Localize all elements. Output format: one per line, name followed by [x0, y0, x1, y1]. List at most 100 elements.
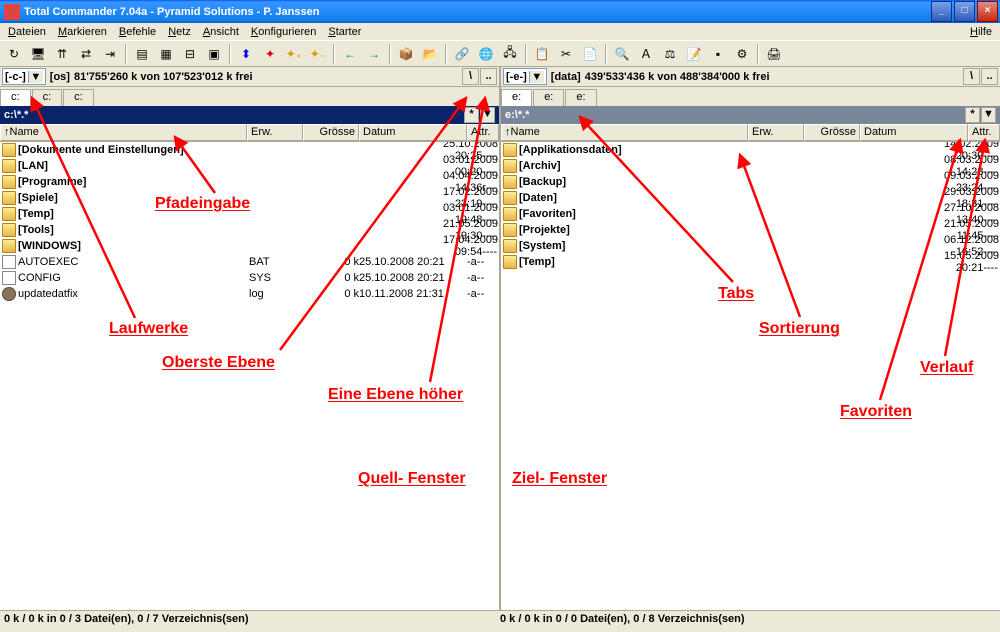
menu-dateien[interactable]: Dateien — [2, 24, 52, 40]
invert-icon[interactable]: ✦ — [259, 43, 281, 65]
table-row[interactable]: [Backup]09.03.2009 23:24---- — [501, 174, 1000, 190]
minimize-button[interactable]: _ — [931, 1, 952, 22]
table-row[interactable]: [WINDOWS]17.04.2009 09:54---- — [0, 238, 499, 254]
history-button-right[interactable]: ▼ — [981, 107, 996, 123]
menu-markieren[interactable]: Markieren — [52, 24, 113, 40]
drive-selector-left[interactable]: [-c-]▼ — [2, 68, 46, 85]
back-icon[interactable]: ← — [339, 43, 361, 65]
copy-icon[interactable]: 📋 — [531, 43, 553, 65]
chevron-down-icon[interactable]: ▼ — [529, 71, 544, 83]
menu-befehle[interactable]: Befehle — [113, 24, 162, 40]
ftp-connect-icon[interactable]: 🔗 — [451, 43, 473, 65]
col-ext[interactable]: Erw. — [247, 124, 303, 141]
root-button-right[interactable]: \ — [963, 68, 980, 85]
table-row[interactable]: [Spiele]17.02.2009 23:19---- — [0, 190, 499, 206]
table-row[interactable]: [Daten]29.03.2009 18:31---- — [501, 190, 1000, 206]
view-tree-icon[interactable]: ⊟ — [179, 43, 201, 65]
menu-ansicht[interactable]: Ansicht — [197, 24, 245, 40]
view-thumb-icon[interactable]: ▣ — [203, 43, 225, 65]
dos-icon[interactable]: ▪ — [707, 43, 729, 65]
table-row[interactable]: updatedatfixlog0 k10.11.2008 21:31-a-- — [0, 286, 499, 302]
log-icon — [2, 287, 16, 301]
menu-hilfe[interactable]: Hilfe — [964, 24, 998, 40]
history-button-left[interactable]: ▼ — [480, 107, 495, 123]
col-attr[interactable]: Attr. — [467, 124, 499, 141]
folder-icon — [2, 191, 16, 205]
col-name[interactable]: ↑Name — [0, 124, 247, 141]
menu-konfigurieren[interactable]: Konfigurieren — [245, 24, 322, 40]
tab-right-2[interactable]: e: — [565, 89, 596, 106]
menu-starter[interactable]: Starter — [322, 24, 367, 40]
maximize-button[interactable]: □ — [954, 1, 975, 22]
table-row[interactable]: [Favoriten]27.10.2008 13:40---- — [501, 206, 1000, 222]
folder-icon — [503, 143, 517, 157]
file-list-right[interactable]: [Applikationsdaten]14.02.2009 20:39----[… — [501, 142, 1000, 610]
table-row[interactable]: [Dokumente und Einstellungen]25.10.2008 … — [0, 142, 499, 158]
file-icon — [2, 255, 16, 269]
drive-selector-right[interactable]: [-e-]▼ — [503, 68, 547, 85]
table-row[interactable]: [System]06.12.2008 16:52---- — [501, 238, 1000, 254]
unpack-icon[interactable]: 📂 — [419, 43, 441, 65]
col-date[interactable]: Datum — [359, 124, 467, 141]
cut-icon[interactable]: ✂ — [555, 43, 577, 65]
sync-icon[interactable]: ⚖ — [659, 43, 681, 65]
root-button-left[interactable]: \ — [462, 68, 479, 85]
folder-icon — [2, 175, 16, 189]
file-list-left[interactable]: [Dokumente und Einstellungen]25.10.2008 … — [0, 142, 499, 610]
ftp-new-icon[interactable]: 🌐 — [475, 43, 497, 65]
menu-netz[interactable]: Netz — [162, 24, 197, 40]
pack-icon[interactable]: 📦 — [395, 43, 417, 65]
up-tree-icon[interactable]: ⇈ — [51, 43, 73, 65]
up-button-right[interactable]: .. — [981, 68, 998, 85]
table-row[interactable]: CONFIGSYS0 k25.10.2008 20:21-a-- — [0, 270, 499, 286]
up-button-left[interactable]: .. — [480, 68, 497, 85]
paste-icon[interactable]: 📄 — [579, 43, 601, 65]
forward-icon[interactable]: → — [363, 43, 385, 65]
notepad-icon[interactable]: 📝 — [683, 43, 705, 65]
col-name[interactable]: ↑Name — [501, 124, 748, 141]
tab-left-0[interactable]: c: — [0, 89, 31, 106]
table-row[interactable]: [Projekte]21.05.2009 11:45---- — [501, 222, 1000, 238]
multi-rename-icon[interactable]: Ａ — [635, 43, 657, 65]
col-ext[interactable]: Erw. — [748, 124, 804, 141]
tab-right-1[interactable]: e: — [533, 89, 564, 106]
print-icon[interactable]: 🖨 — [763, 43, 785, 65]
net-icon[interactable]: 🖧 — [499, 43, 521, 65]
table-row[interactable]: [LAN]03.01.2009 00:20---- — [0, 158, 499, 174]
close-button[interactable]: × — [977, 1, 998, 22]
tab-left-2[interactable]: c: — [63, 89, 94, 106]
computer-icon[interactable]: 🖥 — [27, 43, 49, 65]
file-icon — [2, 271, 16, 285]
sort-up-icon[interactable]: ⬍ — [235, 43, 257, 65]
table-row[interactable]: [Temp]15.05.2009 20:21---- — [501, 254, 1000, 270]
col-date[interactable]: Datum — [860, 124, 968, 141]
folder-icon — [2, 159, 16, 173]
table-row[interactable]: AUTOEXECBAT0 k25.10.2008 20:21-a-- — [0, 254, 499, 270]
star-minus-icon[interactable]: ✦₋ — [307, 43, 329, 65]
table-row[interactable]: [Tools]21.05.2009 19:30---- — [0, 222, 499, 238]
col-size[interactable]: Grösse — [804, 124, 860, 141]
favorites-button-left[interactable]: * — [464, 107, 479, 123]
col-attr[interactable]: Attr. — [968, 124, 1000, 141]
tab-left-1[interactable]: c: — [32, 89, 63, 106]
col-size[interactable]: Grösse — [303, 124, 359, 141]
view-full-icon[interactable]: ▦ — [155, 43, 177, 65]
folder-icon — [2, 207, 16, 221]
tabbar-left: c: c: c: — [0, 87, 499, 106]
pathbar-left[interactable]: c:\*.* * ▼ — [0, 106, 499, 124]
table-row[interactable]: [Applikationsdaten]14.02.2009 20:39---- — [501, 142, 1000, 158]
target-icon[interactable]: ⇥ — [99, 43, 121, 65]
table-row[interactable]: [Archiv]08.03.2009 14:28---- — [501, 158, 1000, 174]
control-panel-icon[interactable]: ⚙ — [731, 43, 753, 65]
view-brief-icon[interactable]: ▤ — [131, 43, 153, 65]
star-plus-icon[interactable]: ✦₊ — [283, 43, 305, 65]
table-row[interactable]: [Temp]03.01.2009 19:48---- — [0, 206, 499, 222]
swap-icon[interactable]: ⇄ — [75, 43, 97, 65]
search-icon[interactable]: 🔍 — [611, 43, 633, 65]
favorites-button-right[interactable]: * — [965, 107, 980, 123]
refresh-icon[interactable]: ↻ — [3, 43, 25, 65]
chevron-down-icon[interactable]: ▼ — [28, 71, 43, 83]
tab-right-0[interactable]: e: — [501, 89, 532, 106]
pathbar-right[interactable]: e:\*.* * ▼ — [501, 106, 1000, 124]
table-row[interactable]: [Programme]04.04.2009 14:36r--- — [0, 174, 499, 190]
